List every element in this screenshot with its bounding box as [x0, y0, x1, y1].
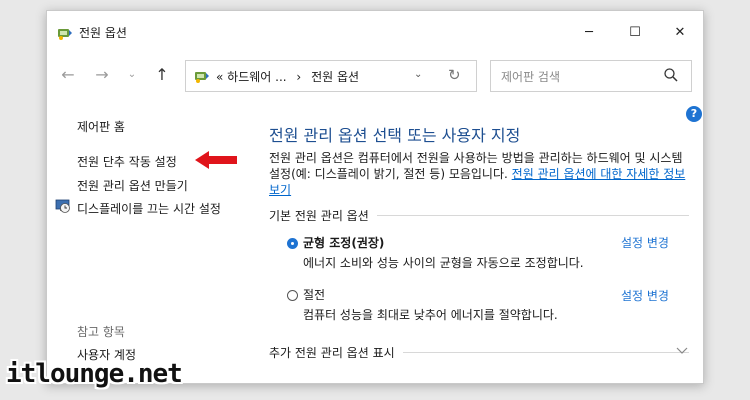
balanced-plan-name[interactable]: 균형 조정(권장): [303, 234, 384, 251]
red-arrow-annotation-icon: [195, 151, 237, 169]
help-icon[interactable]: ?: [686, 106, 702, 122]
show-additional-plans-label[interactable]: 추가 전원 관리 옵션 표시: [269, 344, 395, 361]
sidebar-item-power-buttons[interactable]: 전원 단추 작동 설정: [77, 153, 177, 170]
section-divider: [402, 351, 689, 353]
minimize-button[interactable]: ─: [566, 11, 612, 53]
power-saver-change-settings-link[interactable]: 설정 변경: [621, 287, 669, 304]
up-button[interactable]: ↑: [151, 65, 173, 85]
additional-plans-section[interactable]: 추가 전원 관리 옵션 표시: [269, 344, 689, 360]
breadcrumb-overflow[interactable]: «: [216, 70, 223, 84]
power-saver-plan-description: 컴퓨터 성능을 최대로 낮추어 에너지를 절약합니다.: [303, 308, 558, 322]
power-saver-plan-name[interactable]: 절전: [303, 286, 325, 303]
address-bar[interactable]: « 하드웨어 ... › 전원 옵션 ⌄ ↻: [185, 60, 477, 92]
sidebar-item-display-timeout[interactable]: 디스플레이를 끄는 시간 설정: [77, 200, 221, 217]
section-divider: [376, 214, 689, 216]
power-options-window: 전원 옵션 ─ ☐ ✕ ← → ⌄ ↑ « 하드웨어 ... › 전원 옵션 ⌄…: [46, 10, 704, 384]
close-button[interactable]: ✕: [657, 11, 703, 53]
display-clock-icon: [55, 199, 70, 213]
breadcrumb-hardware[interactable]: 하드웨어 ...: [227, 70, 286, 84]
back-button[interactable]: ←: [57, 65, 79, 85]
balanced-plan-radio[interactable]: [287, 238, 298, 249]
power-options-icon: [58, 29, 72, 40]
forward-button[interactable]: →: [91, 65, 113, 85]
title-bar: 전원 옵션 ─ ☐ ✕: [47, 11, 703, 53]
chevron-down-icon[interactable]: [675, 343, 689, 357]
search-input[interactable]: 제어판 검색: [501, 68, 560, 85]
power-options-icon: [195, 72, 209, 83]
search-box[interactable]: 제어판 검색: [490, 60, 692, 92]
breadcrumb-power-options[interactable]: 전원 옵션: [311, 70, 359, 84]
breadcrumb-separator: ›: [296, 70, 302, 84]
balanced-change-settings-link[interactable]: 설정 변경: [621, 234, 669, 251]
recent-locations-button[interactable]: ⌄: [121, 65, 143, 85]
site-watermark: itlounge.net: [6, 359, 183, 389]
window-title: 전원 옵션: [79, 26, 127, 40]
address-dropdown-icon[interactable]: ⌄: [414, 69, 422, 80]
navigation-bar: ← → ⌄ ↑ « 하드웨어 ... › 전원 옵션 ⌄ ↻ 제어판 검색: [47, 55, 703, 95]
sidebar-item-create-plan[interactable]: 전원 관리 옵션 만들기: [77, 177, 188, 194]
refresh-icon[interactable]: ↻: [448, 66, 461, 84]
page-title: 전원 관리 옵션 선택 또는 사용자 지정: [269, 126, 521, 145]
basic-plans-section: 기본 전원 관리 옵션: [269, 207, 689, 223]
page-description: 전원 관리 옵션은 컴퓨터에서 전원을 사용하는 방법을 관리하는 하드웨어 및…: [269, 150, 689, 198]
see-also-heading: 참고 항목: [77, 325, 125, 339]
section-heading: 기본 전원 관리 옵션: [269, 208, 369, 223]
breadcrumb: « 하드웨어 ... › 전원 옵션: [216, 68, 359, 85]
maximize-button[interactable]: ☐: [612, 11, 658, 53]
power-saver-plan-radio[interactable]: [287, 290, 298, 301]
search-icon[interactable]: [663, 67, 679, 83]
control-panel-home-link[interactable]: 제어판 홈: [77, 118, 125, 135]
balanced-plan-description: 에너지 소비와 성능 사이의 균형을 자동으로 조정합니다.: [303, 256, 584, 270]
